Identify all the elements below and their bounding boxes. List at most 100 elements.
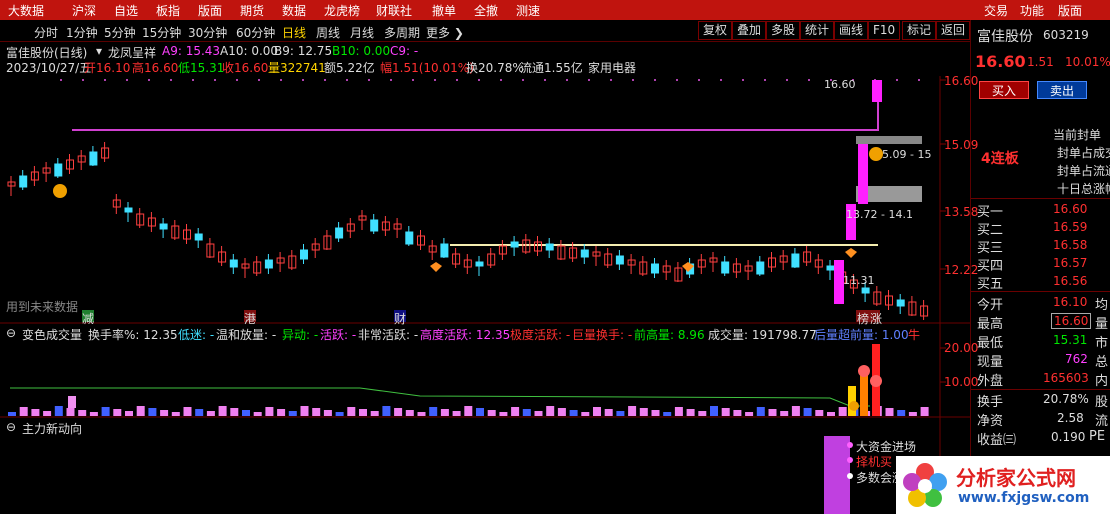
toolbar-button[interactable]: 返回 <box>936 21 971 40</box>
period-tab[interactable]: 多周期 <box>384 24 420 41</box>
menu-item[interactable]: 沪深 <box>72 2 96 19</box>
panel-menu-icon[interactable]: ⊖ <box>6 326 16 340</box>
more-periods-button[interactable]: 更多 ❯ <box>426 24 464 41</box>
menu-item[interactable]: 撤单 <box>432 2 456 19</box>
volume-bar <box>440 409 449 416</box>
period-tab[interactable]: 15分钟 <box>142 24 181 41</box>
menu-item[interactable]: 数据 <box>282 2 306 19</box>
period-tab[interactable]: 分时 <box>34 24 58 41</box>
signal-ball-icon <box>849 401 859 411</box>
period-tab[interactable]: 5分钟 <box>104 24 136 41</box>
bid-label: 买五 <box>977 277 1004 292</box>
bid-price[interactable]: 16.57 <box>1053 256 1087 270</box>
toolbar-button[interactable]: 叠加 <box>732 21 767 40</box>
future-data-note: 用到未来数据 <box>6 300 79 314</box>
volume-bar <box>511 407 520 416</box>
stat-value: 0.190 <box>1051 430 1086 444</box>
volume-bar <box>195 409 204 416</box>
chevron-down-icon[interactable]: ▾ <box>96 44 102 58</box>
menu-item-function[interactable]: 功能 <box>1020 2 1044 19</box>
period-tab[interactable]: 周线 <box>316 24 340 41</box>
bid-price[interactable]: 16.56 <box>1053 274 1087 288</box>
limit-up-candle <box>872 80 882 102</box>
volume-bar <box>160 410 169 416</box>
volume-bar <box>394 408 403 416</box>
toolbar-button[interactable]: 标记 <box>902 21 937 40</box>
stat-value: 15.31 <box>1053 333 1088 347</box>
volume-panel-header: ⊖ 变色成交量 换手率%: 12.35 低迷: - 温和放量: - 异动: - … <box>0 325 940 343</box>
stat-label: 现量 <box>977 355 1004 370</box>
volume-bar <box>803 408 812 416</box>
candle-body <box>405 231 414 245</box>
seal-info: 封单占流通 <box>1057 164 1110 178</box>
candle-body <box>475 261 484 267</box>
range-label: 13.72 - 14.1 <box>846 208 913 221</box>
volume-bar <box>8 412 16 416</box>
menu-item[interactable]: 全撤 <box>474 2 498 19</box>
candle-body <box>370 219 379 232</box>
panel-value: 极度活跃: - <box>510 328 571 342</box>
main-force-panel-header: ⊖ 主力新动向 <box>0 419 940 437</box>
period-tab-active[interactable]: 日线 <box>282 24 306 41</box>
bar-low: 低15.31 <box>178 61 225 75</box>
period-tab[interactable]: 30分钟 <box>188 24 227 41</box>
toolbar-button[interactable]: 复权 <box>698 21 733 40</box>
menu-item[interactable]: 龙虎榜 <box>324 2 360 19</box>
hand-icon <box>68 396 76 408</box>
period-tab[interactable]: 1分钟 <box>66 24 98 41</box>
volume-bar <box>546 406 555 416</box>
panel-menu-icon[interactable]: ⊖ <box>6 420 16 434</box>
volume-bar <box>581 412 590 416</box>
diamond-icon <box>430 262 442 272</box>
panel-name[interactable]: 变色成交量 <box>22 326 82 343</box>
volume-bar <box>370 411 379 416</box>
panel-value: 前高量: 8.96 <box>634 328 705 342</box>
volume-bar <box>768 409 777 416</box>
pct-change: 10.01% <box>1065 55 1110 69</box>
stat-label: 净资 <box>977 414 1004 429</box>
menu-item[interactable]: 版面 <box>198 2 222 19</box>
menu-item[interactable]: 财联社 <box>376 2 412 19</box>
divider <box>971 389 1110 390</box>
menu-item[interactable]: 板指 <box>156 2 180 19</box>
stat-suffix: 量 <box>1095 317 1109 332</box>
buy-button[interactable]: 买入 <box>979 81 1029 99</box>
watermark-url: www.fxjgsw.com <box>958 490 1090 506</box>
panel-name[interactable]: 主力新动向 <box>22 420 82 437</box>
candle-body <box>861 287 870 294</box>
menu-item[interactable]: 期货 <box>240 2 264 19</box>
panel-value: 牛 <box>908 328 921 342</box>
signal-ball-icon <box>870 375 882 387</box>
toolbar-button[interactable]: F10 <box>868 21 901 40</box>
bid-price[interactable]: 16.58 <box>1053 238 1087 252</box>
period-tab[interactable]: 60分钟 <box>236 24 275 41</box>
volume-bar <box>113 409 122 416</box>
volume-bar <box>674 407 683 416</box>
menu-item-layout[interactable]: 版面 <box>1058 2 1082 19</box>
toolbar-button[interactable]: 多股 <box>766 21 801 40</box>
kline-chart-area[interactable] <box>0 76 970 514</box>
volume-bar <box>265 407 274 416</box>
volume-bar <box>756 407 765 416</box>
bid-price[interactable]: 16.60 <box>1053 202 1087 216</box>
menu-item[interactable]: 自选 <box>114 2 138 19</box>
diamond-icon <box>845 248 857 258</box>
sell-button[interactable]: 卖出 <box>1037 81 1087 99</box>
menu-item[interactable]: 大数据 <box>8 2 44 19</box>
stat-suffix: PE <box>1089 429 1106 444</box>
volume-bar <box>452 411 461 416</box>
candle-body <box>545 243 554 251</box>
bar-high: 高16.60 <box>132 61 179 75</box>
candle-body <box>510 241 519 248</box>
bid-price[interactable]: 16.59 <box>1053 220 1087 234</box>
toolbar-button[interactable]: 画线 <box>834 21 869 40</box>
high-marker: 16.60 <box>824 78 856 91</box>
menu-item-trade[interactable]: 交易 <box>984 2 1008 19</box>
toolbar-button[interactable]: 统计 <box>800 21 835 40</box>
period-tab[interactable]: 月线 <box>350 24 374 41</box>
stat-label: 最低 <box>977 336 1004 351</box>
menu-item[interactable]: 测速 <box>516 2 540 19</box>
volume-bar <box>791 406 800 416</box>
signal-badge-icon <box>53 184 67 198</box>
candle-body <box>264 259 273 269</box>
